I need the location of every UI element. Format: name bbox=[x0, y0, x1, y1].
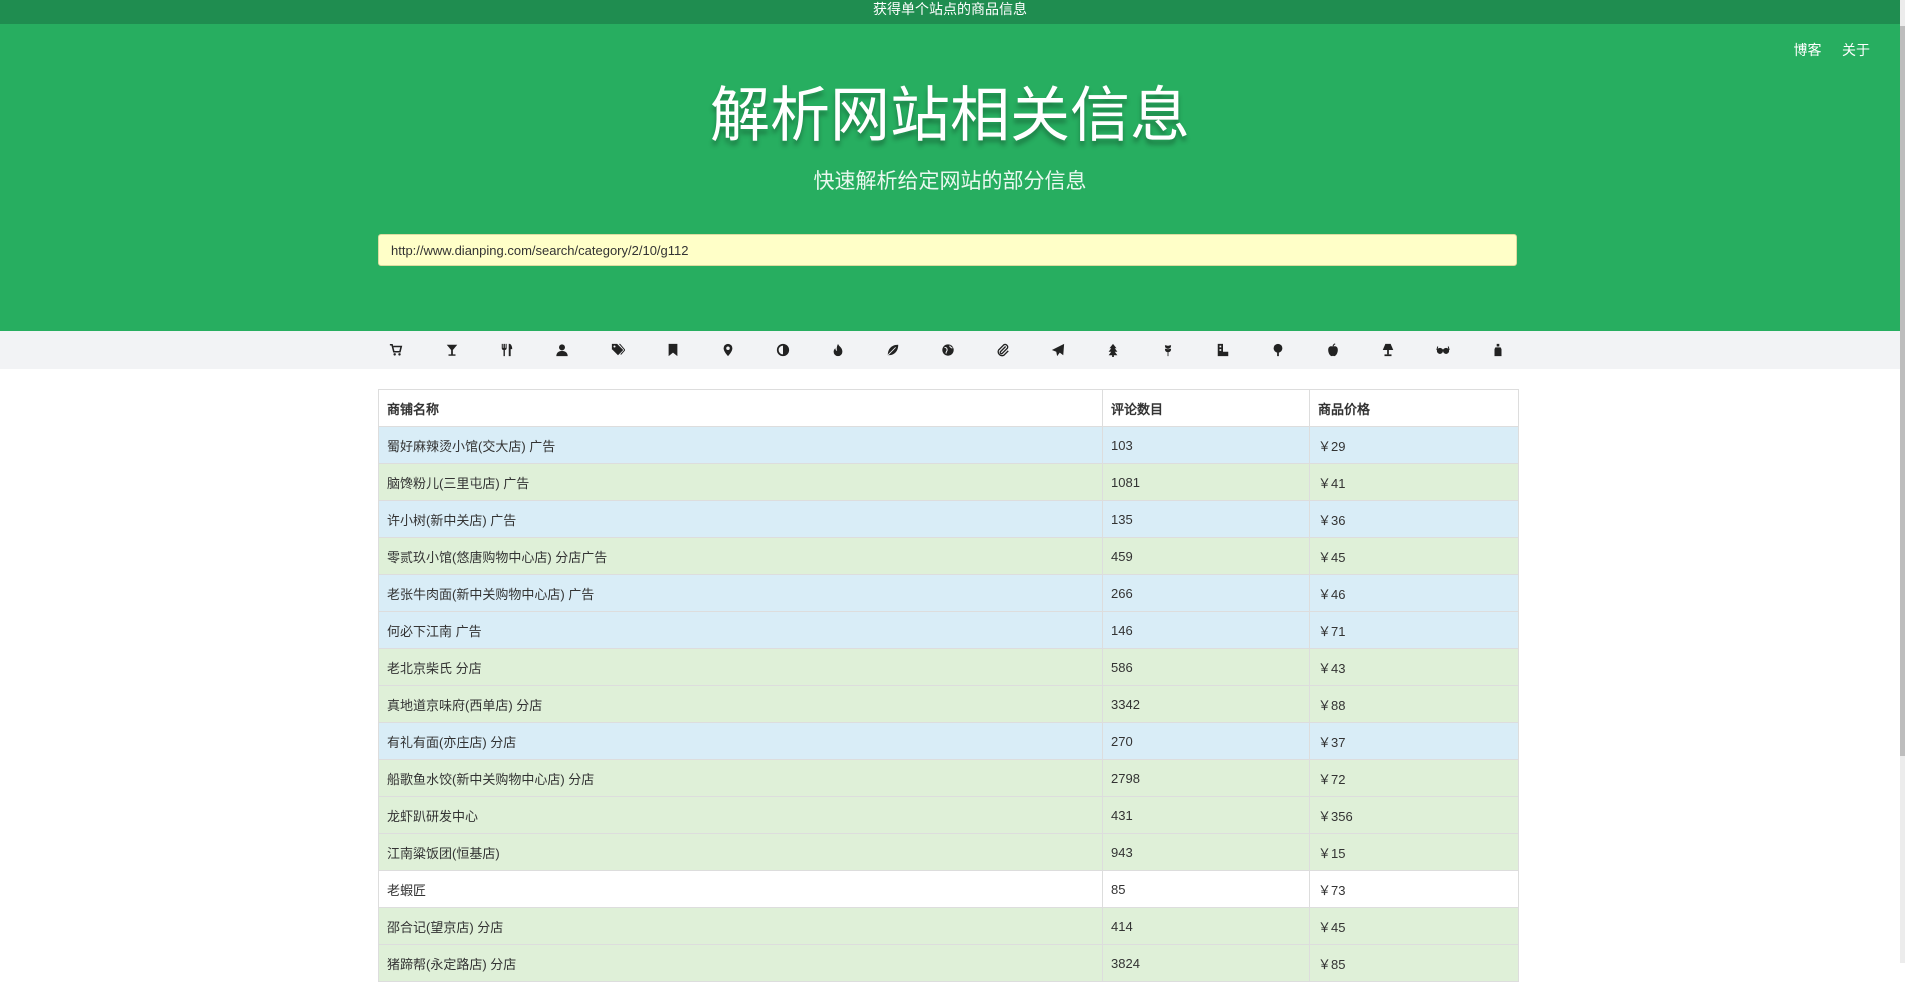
column-header-shop-name[interactable]: 商铺名称 bbox=[378, 389, 1103, 427]
cell-shop-name: 猪蹄帮(永定路店) 分店 bbox=[378, 944, 1103, 982]
cell-price: ￥45 bbox=[1309, 907, 1519, 945]
cell-price: ￥85 bbox=[1309, 944, 1519, 982]
page-scrollbar[interactable] bbox=[1900, 0, 1905, 963]
user-icon[interactable] bbox=[548, 331, 576, 369]
scrollbar-thumb[interactable] bbox=[1900, 26, 1905, 756]
cell-review-count: 2798 bbox=[1102, 759, 1310, 797]
cell-review-count: 943 bbox=[1102, 833, 1310, 871]
cell-review-count: 586 bbox=[1102, 648, 1310, 686]
cell-price: ￥45 bbox=[1309, 537, 1519, 575]
apple-icon[interactable] bbox=[1319, 331, 1347, 369]
cell-shop-name: 真地道京味府(西单店) 分店 bbox=[378, 685, 1103, 723]
cell-price: ￥71 bbox=[1309, 611, 1519, 649]
cell-review-count: 459 bbox=[1102, 537, 1310, 575]
cell-price: ￥72 bbox=[1309, 759, 1519, 797]
cell-review-count: 135 bbox=[1102, 500, 1310, 538]
cell-price: ￥37 bbox=[1309, 722, 1519, 760]
table-row[interactable]: 猪蹄帮(永定路店) 分店 3824 ￥85 bbox=[378, 944, 1519, 982]
cell-price: ￥73 bbox=[1309, 870, 1519, 908]
map-marker-icon[interactable] bbox=[714, 331, 742, 369]
lamp-icon[interactable] bbox=[1374, 331, 1402, 369]
table-row[interactable]: 许小树(新中关店) 广告 135 ￥36 bbox=[378, 500, 1519, 538]
bookmark-icon[interactable] bbox=[659, 331, 687, 369]
category-icon-bar bbox=[0, 331, 1900, 369]
table-body: 蜀好麻辣烫小馆(交大店) 广告 103 ￥29 脑馋粉儿(三里屯店) 广告 1081 ￥4… bbox=[378, 426, 1519, 982]
cell-shop-name: 龙虾趴研发中心 bbox=[378, 796, 1103, 834]
cell-price: ￥356 bbox=[1309, 796, 1519, 834]
cell-price: ￥43 bbox=[1309, 648, 1519, 686]
cell-review-count: 270 bbox=[1102, 722, 1310, 760]
cell-shop-name: 老张牛肉面(新中关购物中心店) 广告 bbox=[378, 574, 1103, 612]
cell-price: ￥15 bbox=[1309, 833, 1519, 871]
table-row[interactable]: 真地道京味府(西单店) 分店 3342 ￥88 bbox=[378, 685, 1519, 723]
cell-shop-name: 有礼有面(亦庄店) 分店 bbox=[378, 722, 1103, 760]
table-row[interactable]: 零贰玖小馆(悠唐购物中心店) 分店广告 459 ￥45 bbox=[378, 537, 1519, 575]
grain-icon[interactable] bbox=[1154, 331, 1182, 369]
cell-shop-name: 江南粱饭团(恒基店) bbox=[378, 833, 1103, 871]
top-banner: 获得单个站点的商品信息 bbox=[0, 0, 1900, 24]
column-header-price[interactable]: 商品价格 bbox=[1309, 389, 1519, 427]
shop-table: 商铺名称 评论数目 商品价格 蜀好麻辣烫小馆(交大店) 广告 103 ￥29 脑馋粉儿… bbox=[378, 389, 1519, 982]
cocktail-glass-icon[interactable] bbox=[438, 331, 466, 369]
cell-price: ￥46 bbox=[1309, 574, 1519, 612]
table-row[interactable]: 蜀好麻辣烫小馆(交大店) 广告 103 ￥29 bbox=[378, 426, 1519, 464]
table-row[interactable]: 老蝦匠 85 ￥73 bbox=[378, 870, 1519, 908]
table-row[interactable]: 有礼有面(亦庄店) 分店 270 ￥37 bbox=[378, 722, 1519, 760]
cell-shop-name: 邵合记(望京店) 分店 bbox=[378, 907, 1103, 945]
cell-shop-name: 何必下江南 广告 bbox=[378, 611, 1103, 649]
fire-icon[interactable] bbox=[824, 331, 852, 369]
sunglasses-icon[interactable] bbox=[1429, 331, 1457, 369]
table-row[interactable]: 龙虾趴研发中心 431 ￥356 bbox=[378, 796, 1519, 834]
cell-shop-name: 船歌鱼水饺(新中关购物中心店) 分店 bbox=[378, 759, 1103, 797]
table-header-row: 商铺名称 评论数目 商品价格 bbox=[378, 389, 1519, 427]
table-row[interactable]: 老张牛肉面(新中关购物中心店) 广告 266 ￥46 bbox=[378, 574, 1519, 612]
tags-icon[interactable] bbox=[604, 331, 632, 369]
globe-icon[interactable] bbox=[934, 331, 962, 369]
cell-shop-name: 蜀好麻辣烫小馆(交大店) 广告 bbox=[378, 426, 1103, 464]
cell-review-count: 431 bbox=[1102, 796, 1310, 834]
nav-blog-link[interactable]: 博客 bbox=[1794, 43, 1822, 59]
cell-price: ￥41 bbox=[1309, 463, 1519, 501]
cell-price: ￥36 bbox=[1309, 500, 1519, 538]
page-subtitle: 快速解析给定网站的部分信息 bbox=[813, 169, 1087, 193]
shopping-cart-icon[interactable] bbox=[382, 331, 410, 369]
url-input[interactable] bbox=[378, 234, 1517, 266]
cell-review-count: 146 bbox=[1102, 611, 1310, 649]
table-row[interactable]: 邵合记(望京店) 分店 414 ￥45 bbox=[378, 907, 1519, 945]
tree-icon[interactable] bbox=[1099, 331, 1127, 369]
cell-shop-name: 老北京柴氏 分店 bbox=[378, 648, 1103, 686]
paperclip-icon[interactable] bbox=[989, 331, 1017, 369]
table-row[interactable]: 老北京柴氏 分店 586 ￥43 bbox=[378, 648, 1519, 686]
cell-review-count: 3342 bbox=[1102, 685, 1310, 723]
hero-header: 博客 关于 解析网站相关信息 快速解析给定网站的部分信息 bbox=[0, 24, 1900, 331]
table-row[interactable]: 江南粱饭团(恒基店) 943 ￥15 bbox=[378, 833, 1519, 871]
bottle-icon[interactable] bbox=[1484, 331, 1512, 369]
adjust-contrast-icon[interactable] bbox=[769, 331, 797, 369]
leaf-icon[interactable] bbox=[879, 331, 907, 369]
page-title: 解析网站相关信息 bbox=[710, 81, 1190, 151]
cell-review-count: 85 bbox=[1102, 870, 1310, 908]
cell-shop-name: 脑馋粉儿(三里屯店) 广告 bbox=[378, 463, 1103, 501]
table-row[interactable]: 脑馋粉儿(三里屯店) 广告 1081 ￥41 bbox=[378, 463, 1519, 501]
cell-review-count: 1081 bbox=[1102, 463, 1310, 501]
cell-review-count: 266 bbox=[1102, 574, 1310, 612]
table-row[interactable]: 船歌鱼水饺(新中关购物中心店) 分店 2798 ￥72 bbox=[378, 759, 1519, 797]
tree-deciduous-icon[interactable] bbox=[1264, 331, 1292, 369]
office-building-icon[interactable] bbox=[1209, 331, 1237, 369]
column-header-review-count[interactable]: 评论数目 bbox=[1102, 389, 1310, 427]
send-icon[interactable] bbox=[1044, 331, 1072, 369]
nav-about-link[interactable]: 关于 bbox=[1842, 43, 1870, 59]
cell-review-count: 103 bbox=[1102, 426, 1310, 464]
table-row[interactable]: 何必下江南 广告 146 ￥71 bbox=[378, 611, 1519, 649]
cell-price: ￥88 bbox=[1309, 685, 1519, 723]
cutlery-icon[interactable] bbox=[493, 331, 521, 369]
cell-price: ￥29 bbox=[1309, 426, 1519, 464]
cell-shop-name: 零贰玖小馆(悠唐购物中心店) 分店广告 bbox=[378, 537, 1103, 575]
cell-shop-name: 老蝦匠 bbox=[378, 870, 1103, 908]
top-nav: 博客 关于 bbox=[1778, 40, 1870, 60]
cell-review-count: 3824 bbox=[1102, 944, 1310, 982]
cell-review-count: 414 bbox=[1102, 907, 1310, 945]
cell-shop-name: 许小树(新中关店) 广告 bbox=[378, 500, 1103, 538]
